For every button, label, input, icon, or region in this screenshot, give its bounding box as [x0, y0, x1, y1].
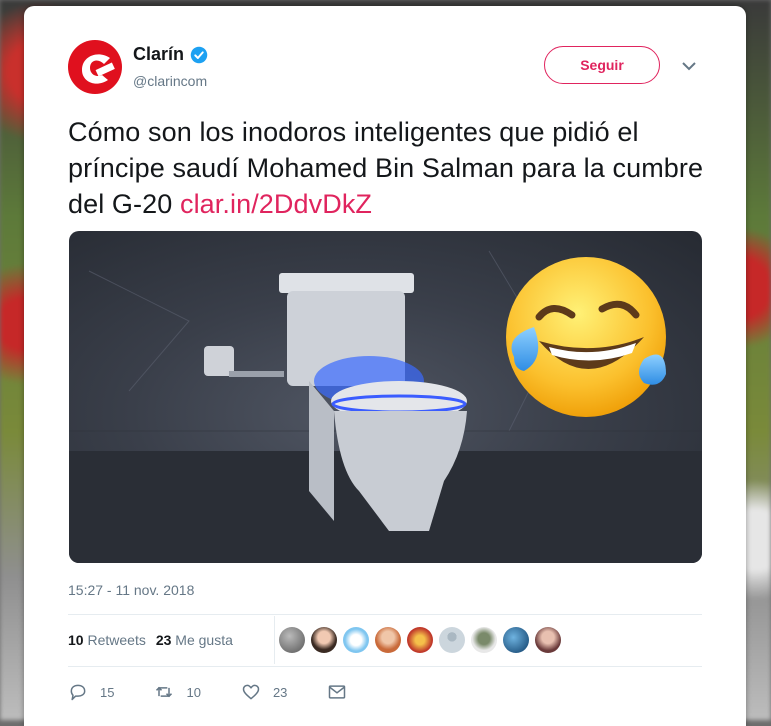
laughing-tears-emoji [506, 257, 666, 417]
retweet-icon [156, 686, 173, 698]
reply-icon [70, 684, 86, 701]
retweets-count: 10 [68, 632, 84, 648]
liker-avatar[interactable] [471, 627, 497, 653]
likes-label: Me gusta [175, 632, 233, 648]
reply-action[interactable]: 15 [68, 682, 114, 702]
direct-message-action[interactable] [327, 682, 347, 702]
like-count: 23 [272, 684, 288, 700]
clarin-logo-avatar[interactable] [68, 40, 122, 94]
tweet-timestamp[interactable]: 15:27 - 11 nov. 2018 [68, 582, 194, 598]
liker-avatar[interactable] [343, 627, 369, 653]
liker-avatar[interactable] [439, 627, 465, 653]
reply-count: 15 [100, 684, 115, 700]
verified-badge-icon [190, 46, 208, 63]
account-handle[interactable]: @clarincom [133, 73, 207, 89]
liker-avatar[interactable] [375, 627, 401, 653]
retweets-label: Retweets [87, 632, 146, 648]
liker-avatar[interactable] [279, 627, 305, 653]
tweet-card: Clarín @clarincom Seguir Cómo son los in… [24, 6, 746, 726]
tweet-body: Cómo son los inodoros inteligentes que p… [68, 117, 704, 219]
account-name-row[interactable]: Clarín [133, 44, 208, 65]
likes-count: 23 [155, 632, 172, 648]
tweet-text: Cómo son los inodoros inteligentes que p… [68, 114, 708, 222]
retweet-count: 10 [186, 684, 201, 700]
tweet-media-image[interactable] [69, 231, 702, 563]
retweet-action[interactable]: 10 [154, 682, 201, 702]
likers-avatars [279, 627, 561, 653]
liker-avatar[interactable] [311, 627, 337, 653]
account-name[interactable]: Clarín [133, 44, 184, 65]
liker-avatar[interactable] [535, 627, 561, 653]
divider-top [68, 614, 702, 615]
liker-avatar[interactable] [407, 627, 433, 653]
tweet-link[interactable]: clar.in/2DdvDkZ [180, 189, 372, 219]
follow-button[interactable]: Seguir [544, 46, 660, 84]
heart-icon [242, 684, 260, 700]
liker-avatar[interactable] [503, 627, 529, 653]
retweets-stat[interactable]: 10 Retweets [68, 632, 146, 648]
like-action[interactable]: 23 [241, 682, 287, 702]
tweet-actions: 15 10 23 [68, 682, 387, 702]
chevron-down-icon[interactable] [681, 60, 697, 72]
likes-stat[interactable]: 23 Me gusta [156, 632, 233, 648]
tweet-stats: 10 Retweets 23 Me gusta [68, 632, 233, 648]
envelope-icon [329, 685, 346, 699]
stats-separator [274, 616, 275, 664]
divider-bottom [68, 666, 702, 667]
